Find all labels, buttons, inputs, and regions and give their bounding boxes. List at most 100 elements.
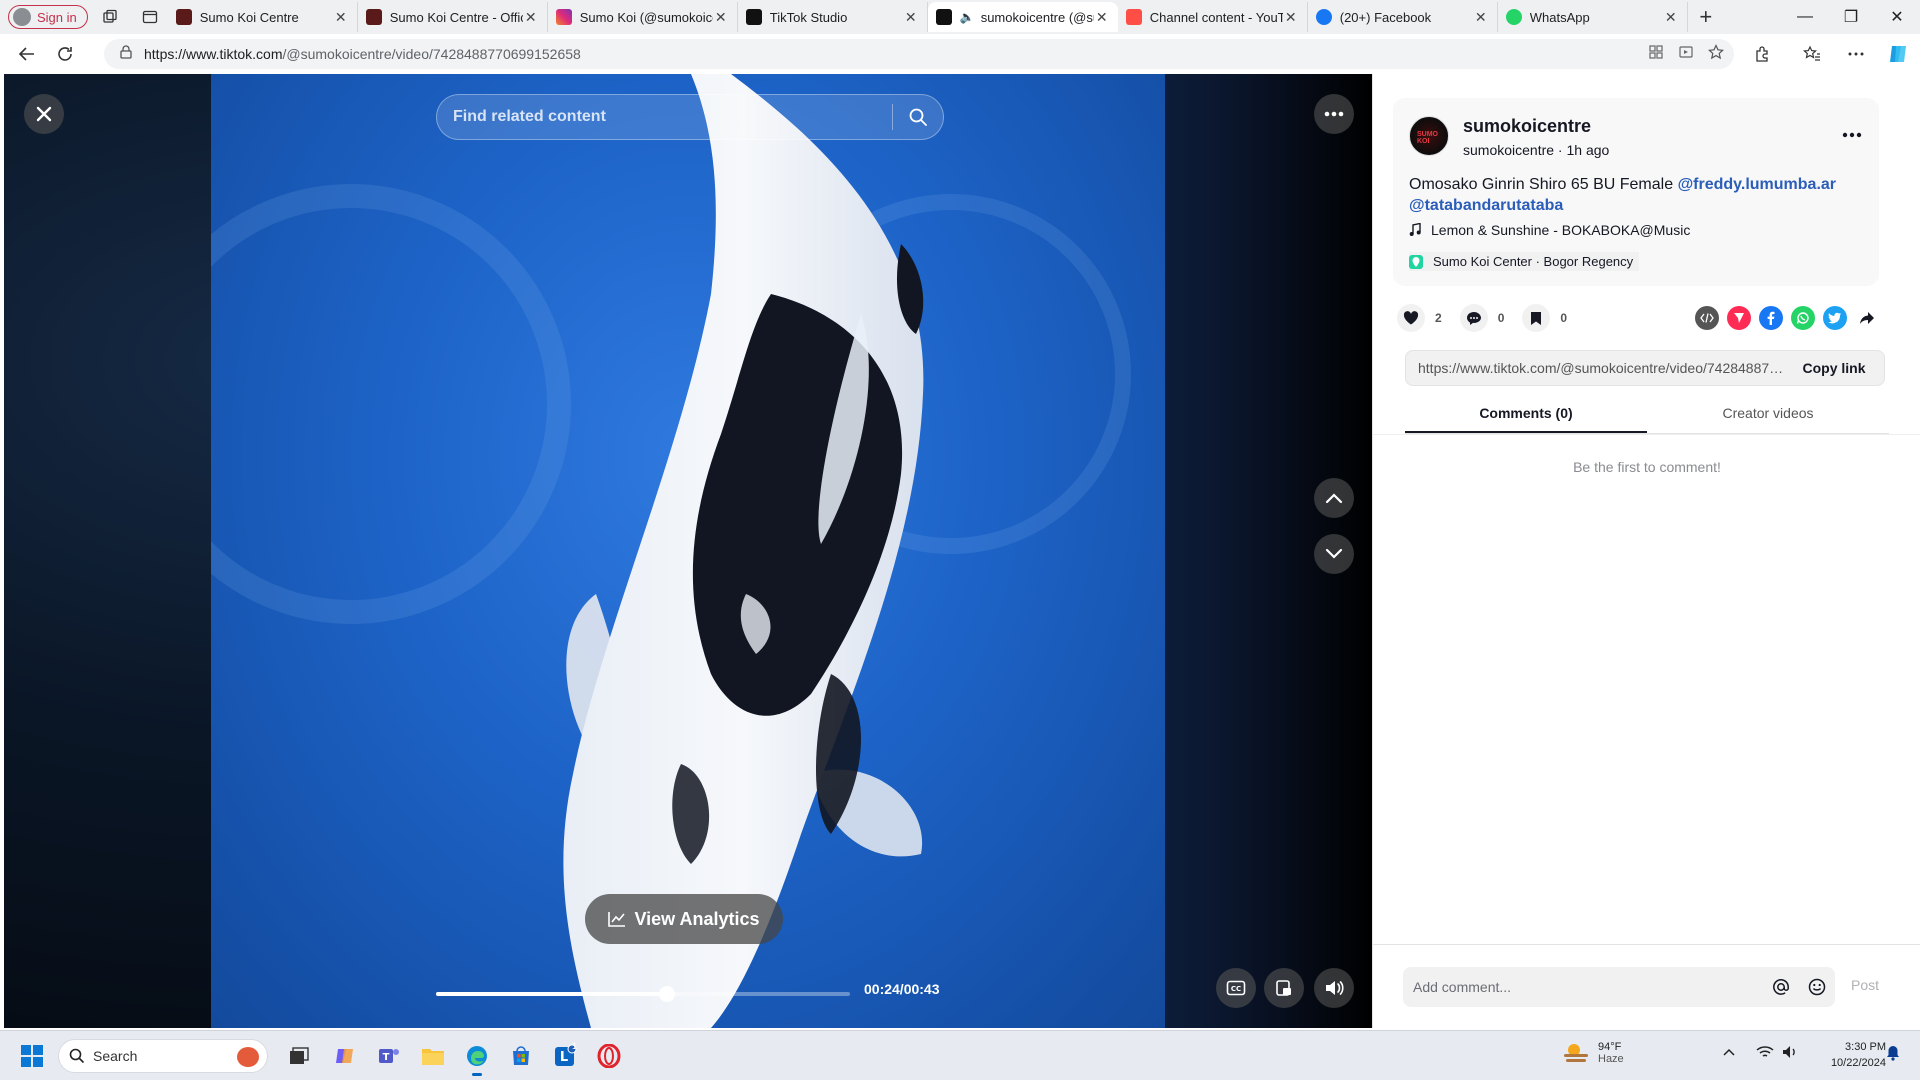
emoji-icon[interactable] (1799, 978, 1835, 996)
copy-link-button[interactable]: Copy link (1784, 360, 1884, 376)
address-bar[interactable]: https://www.tiktok.com/@sumokoicentre/vi… (104, 39, 1734, 69)
related-content-search[interactable] (436, 94, 944, 140)
share-arrow-icon[interactable] (1855, 306, 1879, 330)
video-progress-slider[interactable] (436, 986, 850, 1002)
next-video-button[interactable] (1314, 534, 1354, 574)
video-player[interactable]: View Analytics 00:24/00:43 CC (4, 74, 1372, 1028)
teams-icon[interactable]: T (372, 1039, 406, 1073)
profile-sign-in-button[interactable]: Sign in (8, 5, 88, 29)
favorites-icon[interactable] (1794, 38, 1830, 70)
video-frame[interactable] (211, 74, 1165, 1028)
back-arrow-icon (18, 47, 34, 61)
browser-tab[interactable]: Sumo Koi Centre ✕ (168, 2, 358, 32)
notification-bell-icon[interactable] (1886, 1045, 1900, 1064)
progress-handle[interactable] (659, 986, 675, 1002)
whatsapp-icon[interactable] (1791, 306, 1815, 330)
tab-close-icon[interactable]: ✕ (713, 9, 729, 26)
restore-icon[interactable]: ❐ (1826, 0, 1876, 34)
linkedin-app-icon[interactable]: L 1 (548, 1039, 582, 1073)
workspaces-icon[interactable] (92, 2, 128, 32)
task-view-icon[interactable] (282, 1039, 316, 1073)
search-input[interactable] (437, 95, 892, 139)
browser-tab[interactable]: Sumo Koi Centre - Official ✕ (358, 2, 548, 32)
mention-at-icon[interactable] (1763, 978, 1799, 996)
browser-tab[interactable]: WhatsApp ✕ (1498, 2, 1688, 32)
edge-browser-icon[interactable] (460, 1039, 494, 1076)
system-clock[interactable]: 3:30 PM 10/22/2024 (1820, 1039, 1886, 1071)
lock-icon[interactable] (120, 44, 132, 64)
comment-button[interactable]: 0 (1459, 304, 1504, 332)
browser-tab[interactable]: TikTok Studio ✕ (738, 2, 928, 32)
microsoft-store-icon[interactable] (504, 1039, 538, 1073)
previous-video-button[interactable] (1314, 478, 1354, 518)
favorite-star-icon[interactable] (1708, 43, 1724, 65)
file-explorer-icon[interactable] (416, 1039, 450, 1073)
tab-audio-icon[interactable]: 🔈 (960, 10, 975, 24)
app-available-icon[interactable] (1648, 44, 1664, 65)
tab-close-icon[interactable]: ✕ (523, 9, 539, 26)
twitter-icon[interactable] (1823, 306, 1847, 330)
tab-actions-icon[interactable] (132, 2, 168, 32)
tab-title: Channel content - YouTube (1149, 9, 1283, 25)
browser-tab[interactable]: Sumo Koi (@sumokoicentre) ✕ (548, 2, 738, 32)
tab-favicon-icon (1125, 9, 1142, 25)
back-button[interactable] (8, 38, 46, 70)
send-to-friends-icon[interactable] (1727, 306, 1751, 330)
wifi-icon[interactable] (1756, 1045, 1774, 1062)
comment-input-box[interactable] (1403, 967, 1835, 1007)
extensions-icon[interactable] (1744, 38, 1780, 70)
taskbar-search[interactable]: Search (58, 1039, 268, 1073)
new-tab-button[interactable]: + (1688, 2, 1724, 32)
facebook-icon[interactable] (1759, 306, 1783, 330)
search-button[interactable] (893, 95, 943, 139)
tab-close-icon[interactable]: ✕ (1283, 9, 1299, 26)
opera-browser-icon[interactable] (592, 1039, 626, 1073)
playback-time: 00:24/00:43 (864, 981, 940, 997)
tab-close-icon[interactable]: ✕ (1663, 9, 1679, 26)
tab-favicon-icon (175, 9, 192, 25)
speaker-icon[interactable] (1782, 1045, 1798, 1062)
copilot-icon[interactable] (1880, 38, 1916, 70)
view-analytics-button[interactable]: View Analytics (585, 894, 783, 944)
share-link-text[interactable]: https://www.tiktok.com/@sumokoicentre/vi… (1406, 360, 1784, 376)
embed-icon[interactable] (1695, 306, 1719, 330)
read-aloud-icon[interactable] (1678, 44, 1694, 65)
settings-more-icon[interactable] (1838, 38, 1874, 70)
tab-close-icon[interactable]: ✕ (1094, 9, 1110, 26)
browser-tab[interactable]: (20+) Facebook ✕ (1308, 2, 1498, 32)
mention-link[interactable]: @freddy.lumumba.ar (1678, 176, 1836, 193)
location-tag[interactable]: Sumo Koi Center · Bogor Regency (1409, 252, 1640, 271)
tab-comments[interactable]: Comments (0) (1405, 398, 1647, 433)
copilot-app-icon[interactable] (328, 1039, 362, 1073)
volume-icon (1326, 981, 1344, 995)
show-hidden-icons-icon[interactable] (1722, 1045, 1736, 1060)
browser-tab-strip: Sign in Sumo Koi Centre ✕ Sumo Koi Centr… (0, 0, 1920, 34)
comment-input[interactable] (1403, 979, 1763, 995)
favorite-button[interactable]: 0 (1522, 304, 1567, 332)
minimize-icon[interactable]: — (1780, 0, 1830, 34)
author-handle[interactable]: sumokoicentre (1463, 142, 1554, 158)
captions-button[interactable]: CC (1216, 968, 1256, 1008)
tab-creator-videos[interactable]: Creator videos (1647, 398, 1889, 433)
refresh-button[interactable] (46, 38, 84, 70)
windows-start-icon[interactable] (20, 1044, 44, 1073)
weather-temperature: 94°F (1598, 1041, 1622, 1053)
close-window-icon[interactable]: ✕ (1872, 0, 1920, 34)
floating-player-button[interactable] (1264, 968, 1304, 1008)
mention-link[interactable]: @tatabandarutataba (1409, 197, 1563, 214)
author-name[interactable]: sumokoicentre (1463, 116, 1591, 137)
tab-close-icon[interactable]: ✕ (333, 9, 349, 26)
volume-button[interactable] (1314, 968, 1354, 1008)
video-more-options-button[interactable] (1314, 94, 1354, 134)
author-avatar[interactable]: SUMO KOI (1409, 116, 1449, 156)
browser-tab[interactable]: Channel content - YouTube ✕ (1118, 2, 1308, 32)
music-link[interactable]: Lemon & Sunshine - BOKABOKA@Music (1409, 222, 1690, 238)
weather-widget[interactable]: 94°F Haze (1562, 1041, 1624, 1065)
post-comment-button[interactable]: Post (1851, 977, 1879, 993)
post-more-options-button[interactable] (1837, 120, 1867, 150)
tab-close-icon[interactable]: ✕ (903, 9, 919, 26)
browser-tab-active[interactable]: 🔈 sumokoicentre (@sumokoicentre) ✕ (927, 2, 1118, 32)
like-button[interactable]: 2 (1397, 304, 1442, 332)
tab-close-icon[interactable]: ✕ (1473, 9, 1489, 26)
close-video-button[interactable] (24, 94, 64, 134)
